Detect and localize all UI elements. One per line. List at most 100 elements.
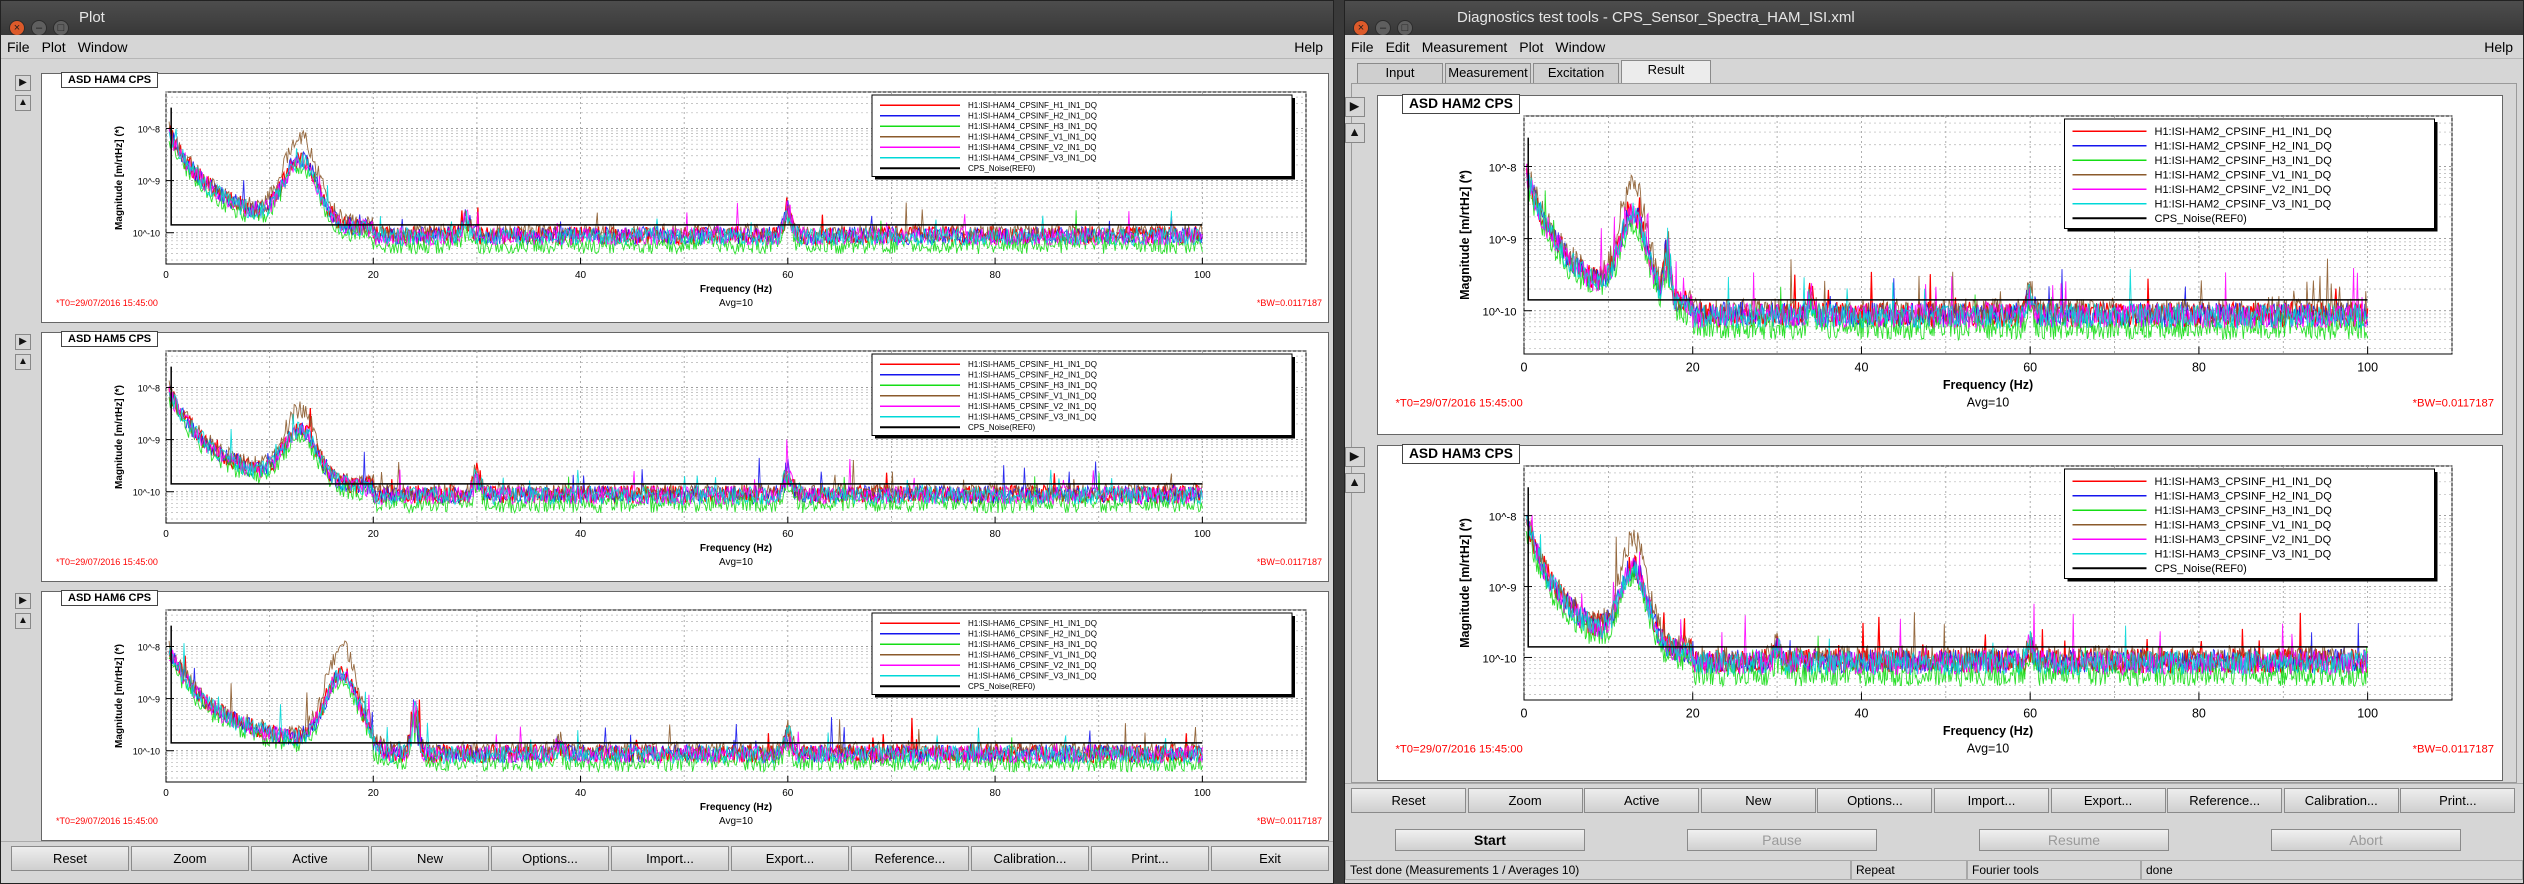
menu-help[interactable]: Help xyxy=(1294,35,1323,59)
legend-entry: H1:ISI-HAM2_CPSINF_V1_IN1_DQ xyxy=(2155,170,2332,182)
spectrum-plot-ham5[interactable]: 0 20 40 60 80 100 10^-8 10^-9 10^-10 Frequency (H… xyxy=(42,333,1330,583)
menu-file[interactable]: File xyxy=(1345,35,1380,59)
menu-help[interactable]: Help xyxy=(2484,35,2513,59)
diag-export-button[interactable]: Export... xyxy=(2050,788,2166,813)
chart-panel-ham6: 0 20 40 60 80 100 10^-8 10^-9 10^-10 Frequency (H… xyxy=(41,591,1329,841)
menu-plot[interactable]: Plot xyxy=(1513,35,1549,59)
plot-button-bar: Reset Zoom Active New Options... Import... Exp… xyxy=(1,841,1333,883)
plot-exit-button[interactable]: Exit xyxy=(1211,846,1329,871)
diag-new-button[interactable]: New xyxy=(1700,788,1816,813)
diag-window-titlebar[interactable]: × – □ Diagnostics test tools - CPS_Sensor_… xyxy=(1345,1,2523,36)
x-tick-label: 80 xyxy=(990,788,1002,799)
legend-entry: H1:ISI-HAM6_CPSINF_H3_IN1_DQ xyxy=(968,640,1097,649)
plot-reference-button[interactable]: Reference... xyxy=(851,846,969,871)
diag-print-button[interactable]: Print... xyxy=(2400,788,2516,813)
x-tick-label: 40 xyxy=(1855,361,1869,375)
x-tick-label: 20 xyxy=(1686,707,1700,721)
close-icon[interactable]: × xyxy=(9,20,25,36)
x-tick-label: 100 xyxy=(1194,529,1211,540)
plot-print-button[interactable]: Print... xyxy=(1091,846,1209,871)
panel-collapse-button[interactable]: ▲ xyxy=(15,613,31,629)
menu-window[interactable]: Window xyxy=(72,35,134,59)
legend-entry: H1:ISI-HAM6_CPSINF_H2_IN1_DQ xyxy=(968,630,1097,639)
chart-panel-ham2: 0 20 40 60 80 100 10^-8 10^-9 10^-10 Frequency (H… xyxy=(1377,95,2503,435)
legend-entry: H1:ISI-HAM3_CPSINF_H2_IN1_DQ xyxy=(2155,491,2333,503)
panel-expand-button[interactable]: ▶ xyxy=(15,593,31,609)
plot-reset-button[interactable]: Reset xyxy=(11,846,129,871)
legend: H1:ISI-HAM5_CPSINF_H1_IN1_DQ H1:ISI-HAM5_… xyxy=(871,353,1295,439)
x-tick-label: 100 xyxy=(2357,361,2378,375)
legend-entry: H1:ISI-HAM4_CPSINF_V1_IN1_DQ xyxy=(968,133,1097,142)
averages-label: Avg=10 xyxy=(1967,396,2010,410)
spectrum-plot-ham6[interactable]: 0 20 40 60 80 100 10^-8 10^-9 10^-10 Frequency (H… xyxy=(42,592,1330,842)
x-tick-label: 20 xyxy=(368,270,380,281)
plot-calibration-button[interactable]: Calibration... xyxy=(971,846,1089,871)
close-icon[interactable]: × xyxy=(1353,20,1369,36)
panel-collapse-button[interactable]: ▲ xyxy=(1345,472,1365,493)
menu-plot[interactable]: Plot xyxy=(36,35,72,59)
tab-input[interactable]: Input xyxy=(1357,63,1443,83)
spectrum-plot-ham3[interactable]: 0 20 40 60 80 100 10^-8 10^-9 10^-10 Frequency (H… xyxy=(1378,446,2504,782)
start-button[interactable]: Start xyxy=(1395,829,1585,851)
plot-options-button[interactable]: Options... xyxy=(491,846,609,871)
tab-result[interactable]: Result xyxy=(1621,60,1711,84)
plot-menubar: File Plot Window Help xyxy=(1,35,1333,59)
panel-expand-button[interactable]: ▶ xyxy=(1345,447,1365,467)
panel-collapse-button[interactable]: ▲ xyxy=(15,95,31,111)
spectrum-plot-ham4[interactable]: 0 20 40 60 80 100 10^-8 10^-9 10^-10 Frequency (H… xyxy=(42,74,1330,324)
legend-entry: H1:ISI-HAM6_CPSINF_V1_IN1_DQ xyxy=(968,651,1097,660)
diag-reference-button[interactable]: Reference... xyxy=(2167,788,2283,813)
plot-active-button[interactable]: Active xyxy=(251,846,369,871)
panel-expand-button[interactable]: ▶ xyxy=(15,75,31,91)
plot-window-titlebar[interactable]: × – □ Plot xyxy=(1,1,1333,36)
plot-import-button[interactable]: Import... xyxy=(611,846,729,871)
panel-collapse-button[interactable]: ▲ xyxy=(15,354,31,370)
diag-options-button[interactable]: Options... xyxy=(1817,788,1933,813)
abort-button[interactable]: Abort xyxy=(2271,829,2461,851)
menu-window[interactable]: Window xyxy=(1549,35,1611,59)
maximize-icon[interactable]: □ xyxy=(53,20,69,36)
panel-expand-button[interactable]: ▶ xyxy=(1345,97,1365,117)
minimize-icon[interactable]: – xyxy=(1375,20,1391,36)
pause-button[interactable]: Pause xyxy=(1687,829,1877,851)
plot-window: × – □ Plot File Plot Window Help ▶ ▲ 0 20 40 60 80… xyxy=(0,0,1334,884)
x-tick-label: 80 xyxy=(990,529,1002,540)
legend: H1:ISI-HAM6_CPSINF_H1_IN1_DQ H1:ISI-HAM6_… xyxy=(871,612,1295,698)
legend-entry: H1:ISI-HAM5_CPSINF_V3_IN1_DQ xyxy=(968,413,1097,422)
spectrum-plot-ham2[interactable]: 0 20 40 60 80 100 10^-8 10^-9 10^-10 Frequency (H… xyxy=(1378,96,2504,436)
bandwidth-label: *BW=0.0117187 xyxy=(1257,557,1322,567)
resume-button[interactable]: Resume xyxy=(1979,829,2169,851)
menu-measurement[interactable]: Measurement xyxy=(1416,35,1514,59)
legend-entry: H1:ISI-HAM2_CPSINF_H2_IN1_DQ xyxy=(2155,141,2333,153)
diag-import-button[interactable]: Import... xyxy=(1934,788,2049,813)
diag-window-title: Diagnostics test tools - CPS_Sensor_Spec… xyxy=(1457,9,1855,26)
diag-button-bar: Reset Zoom Active New Options... Import... Exp… xyxy=(1345,783,2523,819)
legend-entry: H1:ISI-HAM3_CPSINF_H1_IN1_DQ xyxy=(2155,476,2333,488)
y-axis-label: Magnitude [m/rtHz] (*) xyxy=(1458,170,1472,300)
legend-entry: H1:ISI-HAM5_CPSINF_H1_IN1_DQ xyxy=(968,360,1097,369)
plot-new-button[interactable]: New xyxy=(371,846,489,871)
plot-export-button[interactable]: Export... xyxy=(731,846,849,871)
bandwidth-label: *BW=0.0117187 xyxy=(2413,398,2494,410)
y-tick-label: 10^-10 xyxy=(133,747,160,757)
y-tick-label: 10^-8 xyxy=(1489,162,1517,174)
legend-entry: H1:ISI-HAM2_CPSINF_V3_IN1_DQ xyxy=(2155,199,2332,211)
y-tick-label: 10^-10 xyxy=(1482,653,1516,665)
diag-reset-button[interactable]: Reset xyxy=(1351,788,1466,813)
panel-expand-button[interactable]: ▶ xyxy=(15,334,31,350)
tab-measurement[interactable]: Measurement xyxy=(1445,63,1531,83)
minimize-icon[interactable]: – xyxy=(31,20,47,36)
tab-excitation[interactable]: Excitation xyxy=(1533,63,1619,83)
plot-zoom-button[interactable]: Zoom xyxy=(131,846,249,871)
diag-zoom-button[interactable]: Zoom xyxy=(1467,788,1583,813)
y-tick-label: 10^-8 xyxy=(138,383,160,393)
panel-collapse-button[interactable]: ▲ xyxy=(1345,122,1365,143)
menu-file[interactable]: File xyxy=(1,35,36,59)
menu-edit[interactable]: Edit xyxy=(1380,35,1416,59)
x-tick-label: 40 xyxy=(575,270,587,281)
maximize-icon[interactable]: □ xyxy=(1397,20,1413,36)
diag-active-button[interactable]: Active xyxy=(1584,788,1700,813)
legend-entry: H1:ISI-HAM4_CPSINF_V3_IN1_DQ xyxy=(968,154,1097,163)
chart-panel-ham5: 0 20 40 60 80 100 10^-8 10^-9 10^-10 Frequency (H… xyxy=(41,332,1329,582)
diag-calibration-button[interactable]: Calibration... xyxy=(2283,788,2399,813)
